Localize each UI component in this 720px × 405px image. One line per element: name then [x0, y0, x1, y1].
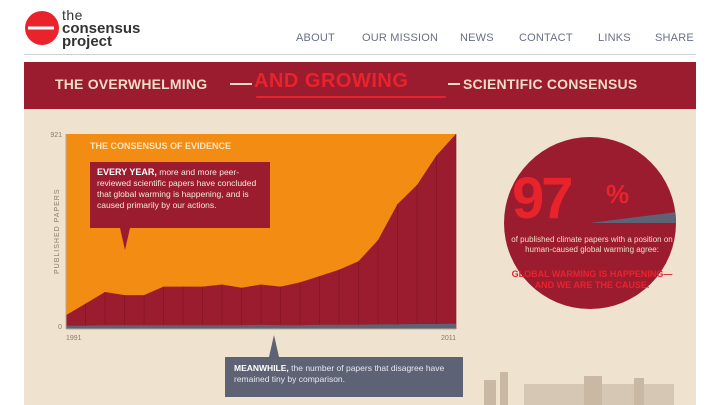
callout-pointer	[120, 228, 130, 250]
callout-bold: EVERY YEAR,	[97, 167, 157, 177]
y-axis-label: PUBLISHED PAPERS	[54, 188, 61, 274]
y-tick-label: 921	[50, 132, 62, 139]
site-header: the consensus project ABOUT OUR MISSION …	[0, 0, 720, 56]
consensus-percent: 97	[512, 166, 573, 231]
infographic: THE OVERWHELMING AND GROWING SCIENTIFIC …	[24, 62, 696, 405]
meanwhile-bold: MEANWHILE,	[234, 363, 289, 373]
nav-share[interactable]: SHARE	[655, 32, 694, 44]
header-divider	[24, 54, 696, 55]
consensus-percent-sign: %	[606, 179, 630, 209]
nav-contact[interactable]: CONTACT	[519, 32, 573, 44]
main-nav: ABOUT OUR MISSION NEWS CONTACT LINKS SHA…	[0, 32, 720, 48]
chart-title: THE CONSENSUS OF EVIDENCE	[90, 141, 232, 151]
y-tick-label: 0	[58, 324, 62, 331]
meanwhile-callout: MEANWHILE, the number of papers that dis…	[225, 357, 463, 397]
x-tick-label: 1991	[66, 335, 82, 342]
every-year-callout: EVERY YEAR, more and more peer-reviewed …	[90, 162, 270, 228]
consensus-description: of published climate papers with a posit…	[511, 235, 673, 254]
nav-news[interactable]: NEWS	[460, 32, 494, 44]
x-tick-label: 2011	[441, 335, 456, 342]
meanwhile-pointer	[269, 335, 279, 357]
nav-about[interactable]: ABOUT	[296, 32, 335, 44]
nav-links[interactable]: LINKS	[598, 32, 631, 44]
consensus-cause: GLOBAL WARMING IS HAPPENING—AND WE ARE T…	[511, 269, 673, 290]
nav-our-mission[interactable]: OUR MISSION	[362, 32, 438, 44]
